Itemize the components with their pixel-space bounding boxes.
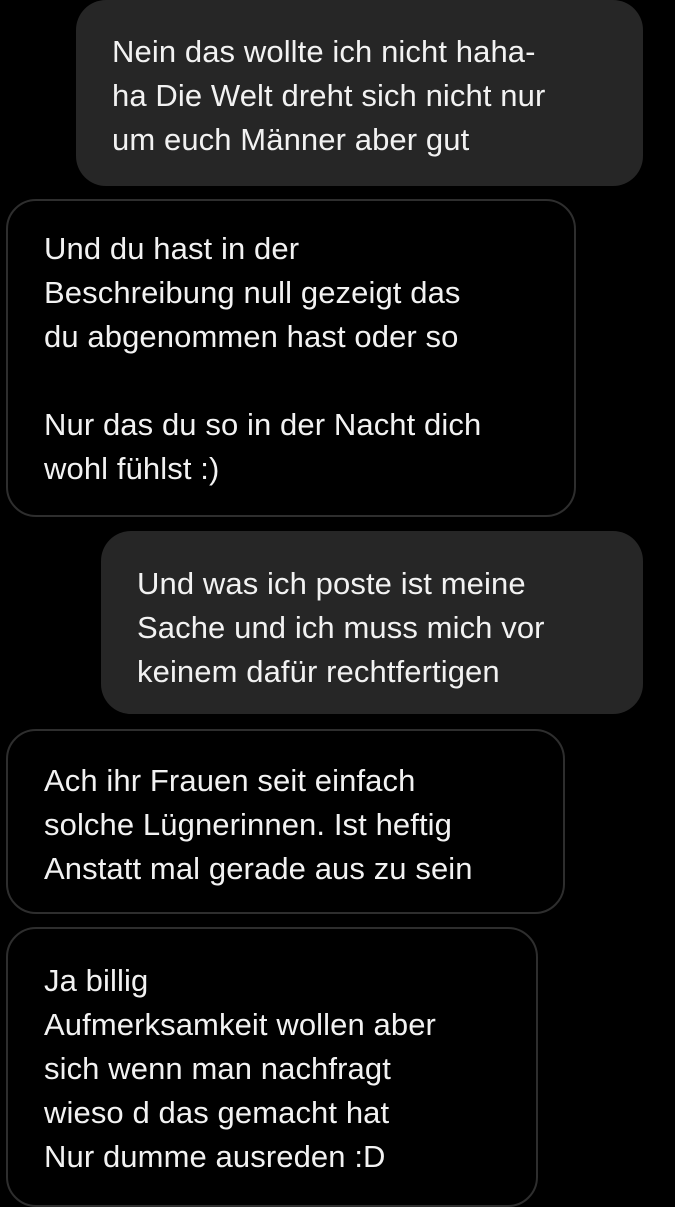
sent-message-bubble[interactable]: Nein das wollte ich nicht haha- ha Die W… [76,0,643,186]
received-message-bubble[interactable]: Ach ihr Frauen seit einfach solche Lügne… [6,729,565,914]
received-message-bubble[interactable]: Und du hast in der Beschreibung null gez… [6,199,576,517]
chat-thread: Nein das wollte ich nicht haha- ha Die W… [0,0,675,1207]
received-message-bubble[interactable]: Ja billig Aufmerksamkeit wollen aber sic… [6,927,538,1207]
sent-message-bubble[interactable]: Und was ich poste ist meine Sache und ic… [101,531,643,714]
